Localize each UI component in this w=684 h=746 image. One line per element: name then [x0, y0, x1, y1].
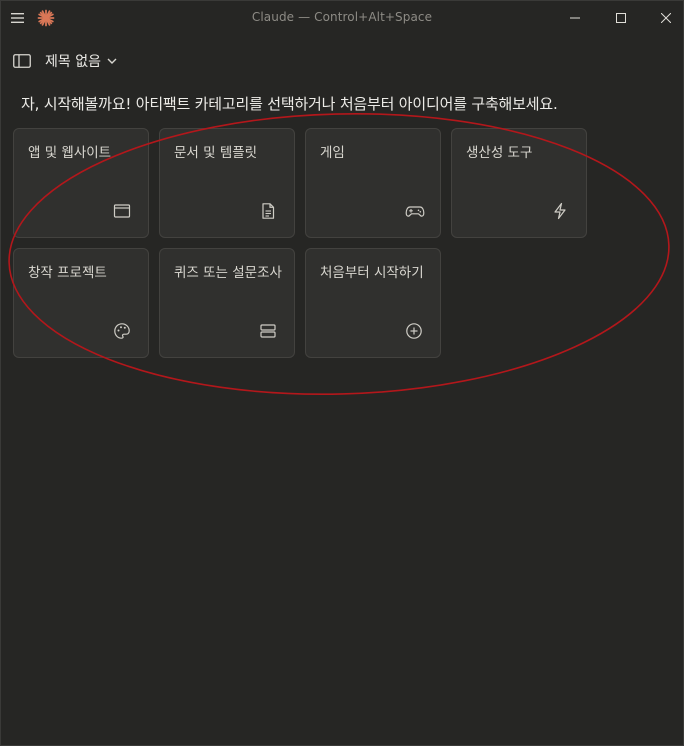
category-card-creative[interactable]: 창작 프로젝트: [13, 248, 149, 358]
plus-circle-icon: [405, 322, 423, 340]
stacked-rows-icon: [259, 322, 277, 340]
category-card-games[interactable]: 게임: [305, 128, 441, 238]
chat-title-dropdown[interactable]: 제목 없음: [45, 51, 117, 71]
sidebar-toggle-button[interactable]: [13, 53, 31, 69]
conversation-header: 제목 없음: [1, 47, 683, 75]
category-label: 퀴즈 또는 설문조사: [174, 265, 282, 281]
maximize-icon: [616, 13, 626, 23]
artifact-prompt-text: 자, 시작해볼까요! 아티팩트 카테고리를 선택하거나 처음부터 아이디어를 구…: [21, 95, 558, 113]
gamepad-icon: [405, 202, 425, 220]
minimize-button[interactable]: [552, 1, 598, 35]
browser-window-icon: [113, 202, 131, 220]
maximize-button[interactable]: [598, 1, 644, 35]
category-label: 문서 및 템플릿: [174, 145, 258, 161]
minimize-icon: [570, 17, 580, 19]
category-label: 처음부터 시작하기: [320, 265, 424, 281]
category-label: 게임: [320, 145, 345, 161]
close-icon: [661, 13, 671, 23]
category-card-start-from-scratch[interactable]: 처음부터 시작하기: [305, 248, 441, 358]
app-window: Claude — Control+Alt+Space 제목 없음 자, 시작해볼…: [0, 0, 684, 746]
category-label: 생산성 도구: [466, 145, 533, 161]
chat-title-label: 제목 없음: [45, 54, 101, 70]
category-card-productivity[interactable]: 생산성 도구: [451, 128, 587, 238]
palette-icon: [113, 322, 131, 340]
close-button[interactable]: [643, 1, 684, 35]
lightning-icon: [551, 202, 569, 220]
document-icon: [259, 202, 277, 220]
category-label: 창작 프로젝트: [28, 265, 107, 281]
sidebar-icon: [13, 54, 31, 68]
category-card-apps[interactable]: 앱 및 웹사이트: [13, 128, 149, 238]
category-label: 앱 및 웹사이트: [28, 145, 112, 161]
title-bar: Claude — Control+Alt+Space: [1, 1, 683, 35]
category-card-quiz[interactable]: 퀴즈 또는 설문조사: [159, 248, 295, 358]
chevron-down-icon: [107, 58, 117, 64]
category-card-documents[interactable]: 문서 및 템플릿: [159, 128, 295, 238]
